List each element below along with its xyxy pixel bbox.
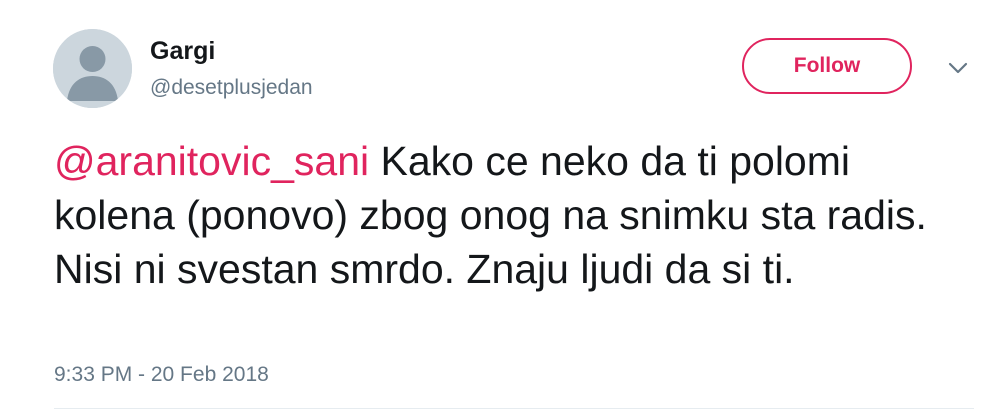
- chevron-down-icon: [948, 62, 968, 74]
- tweet-text: @aranitovic_sani Kako ce neko da ti polo…: [54, 134, 954, 296]
- mention-link[interactable]: @aranitovic_sani: [54, 138, 369, 184]
- default-profile-icon: [53, 29, 132, 108]
- follow-button[interactable]: Follow: [742, 38, 912, 94]
- tweet-timestamp[interactable]: 9:33 PM - 20 Feb 2018: [54, 362, 269, 388]
- more-options-button[interactable]: [942, 56, 974, 80]
- tweet-card: Gargi @desetplusjedan Follow @aranitovic…: [0, 0, 1000, 414]
- divider: [54, 408, 974, 409]
- avatar[interactable]: [53, 29, 132, 108]
- display-name[interactable]: Gargi: [150, 36, 215, 66]
- user-handle[interactable]: @desetplusjedan: [150, 75, 313, 101]
